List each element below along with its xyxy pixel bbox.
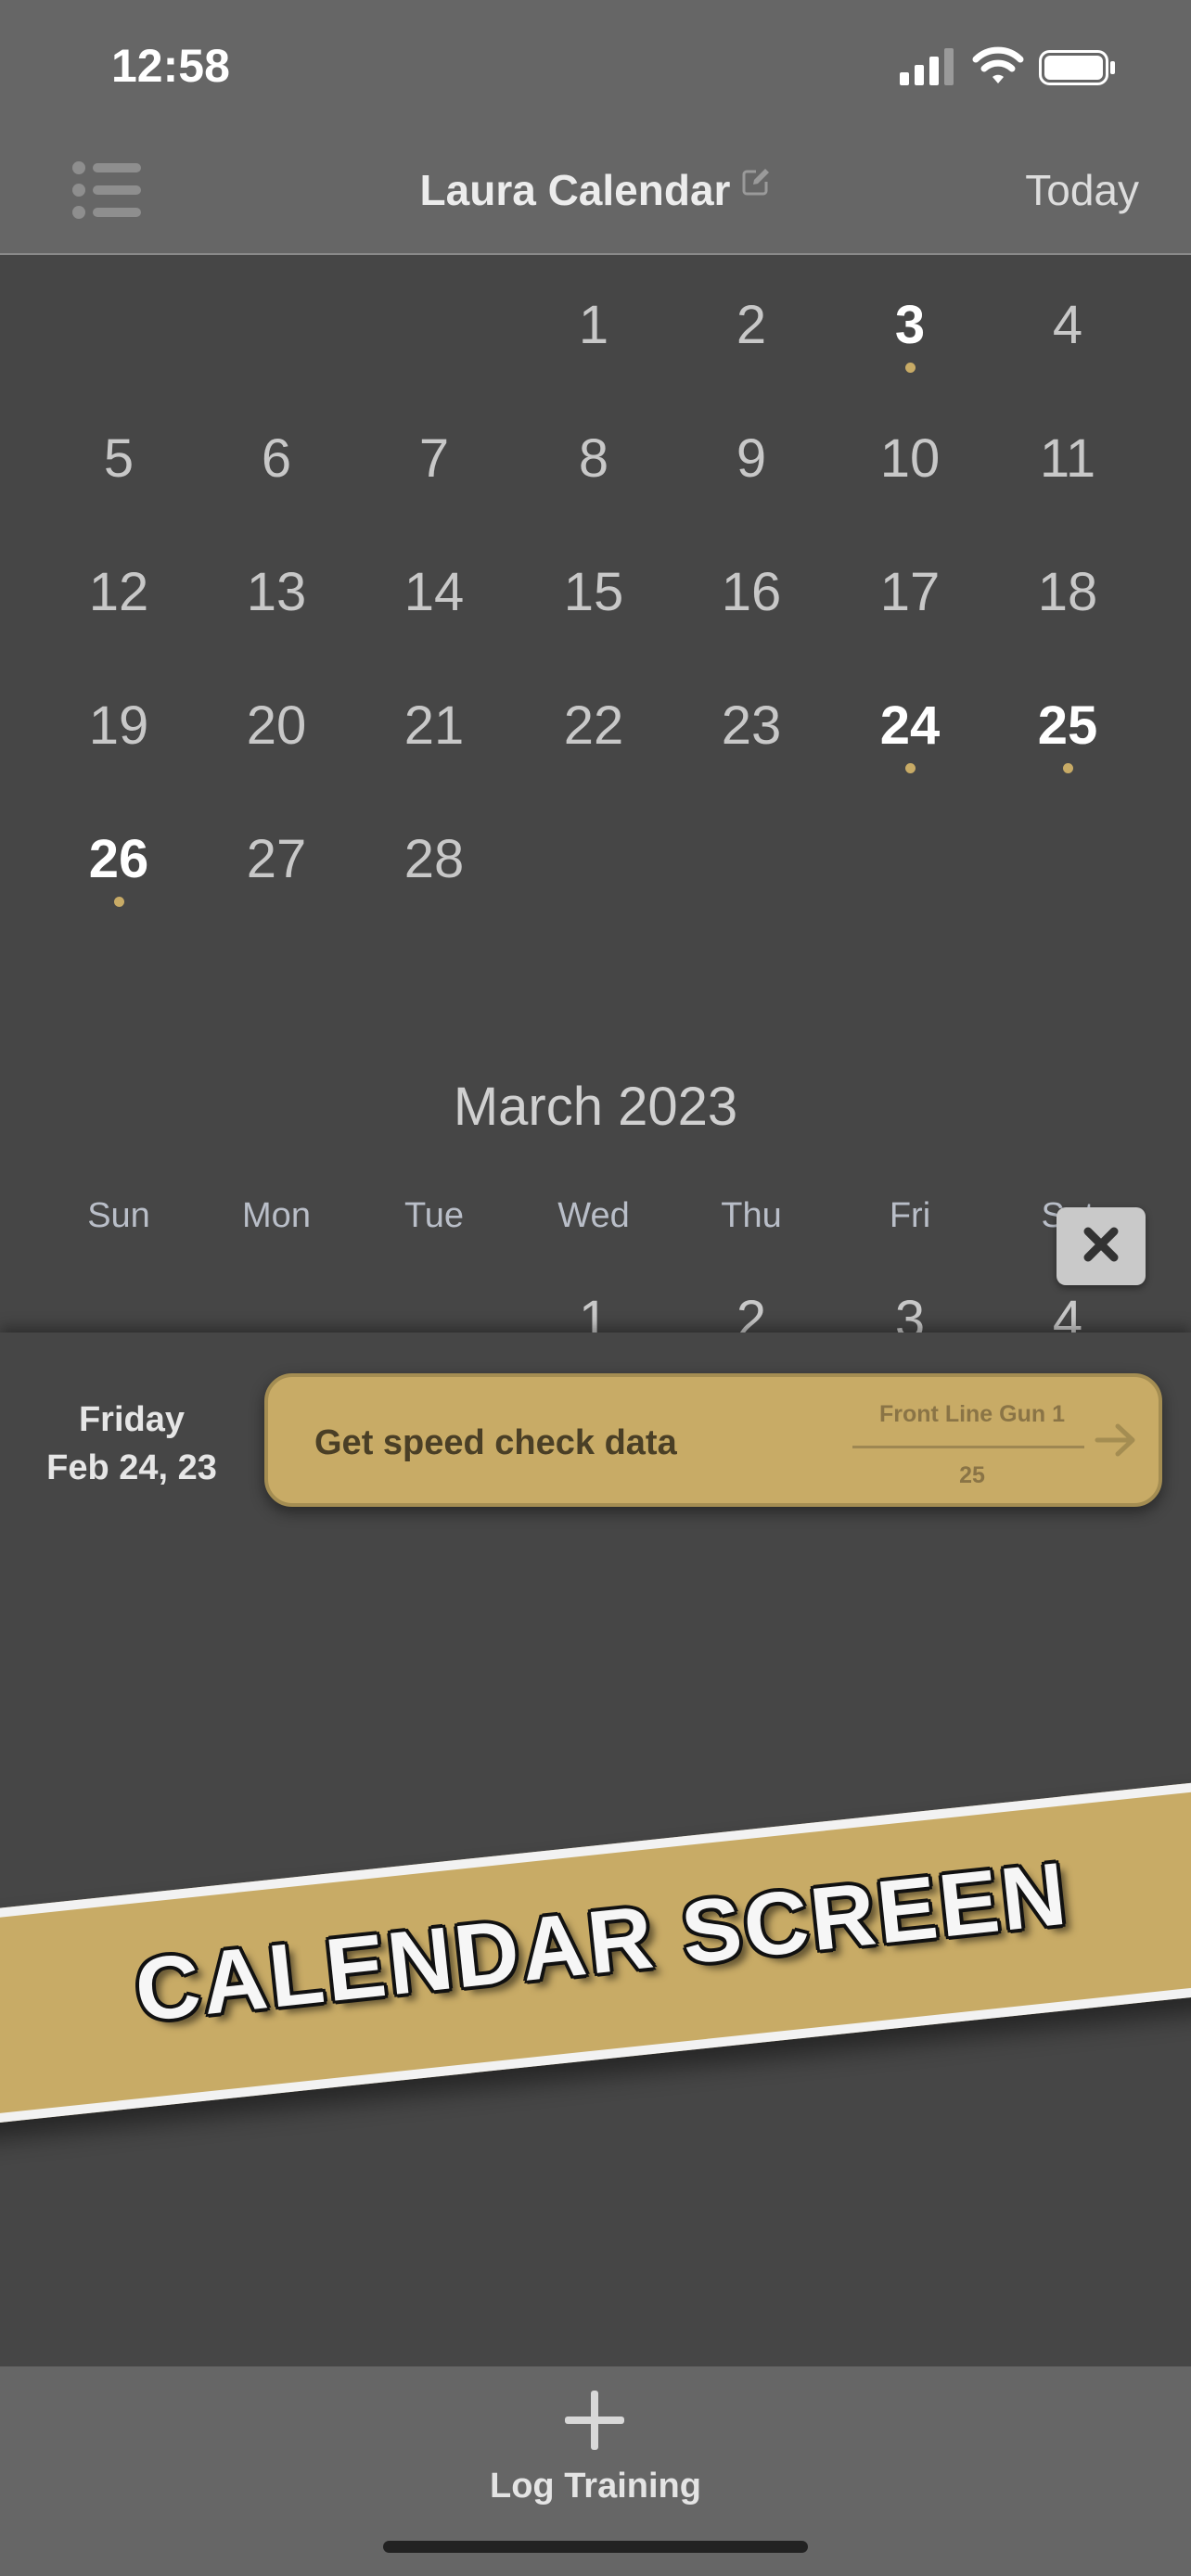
plus-icon[interactable] — [565, 2391, 624, 2450]
today-button[interactable]: Today — [1025, 165, 1139, 215]
calendar-title[interactable]: Laura Calendar — [0, 165, 1191, 215]
calendar-day[interactable]: 26 — [40, 828, 198, 890]
log-training-button[interactable]: Log Training — [0, 2467, 1191, 2506]
calendar-day[interactable]: 17 — [831, 561, 989, 623]
calendar-day[interactable]: 10 — [831, 427, 989, 490]
weekday-label: Thu — [721, 1196, 782, 1235]
calendar-day[interactable]: 25 — [989, 695, 1146, 757]
calendar-day[interactable]: 22 — [515, 695, 672, 757]
task-equipment: Front Line Gun 1 — [879, 1401, 1065, 1427]
calendar-day[interactable]: 21 — [355, 695, 513, 757]
event-indicator-dot — [905, 763, 916, 773]
cellular-signal-icon — [900, 48, 954, 85]
event-indicator-dot — [905, 363, 916, 373]
home-indicator — [383, 2541, 808, 2553]
arrow-right-icon — [1095, 1423, 1135, 1457]
calendar-day[interactable]: 19 — [40, 695, 198, 757]
calendar-day[interactable]: 18 — [989, 561, 1146, 623]
calendar-day[interactable]: 15 — [515, 561, 672, 623]
calendar-day[interactable]: 27 — [198, 828, 355, 890]
calendar-day[interactable]: 16 — [672, 561, 830, 623]
calendar-day[interactable]: 14 — [355, 561, 513, 623]
calendar-day[interactable]: 20 — [198, 695, 355, 757]
status-time: 12:58 — [111, 40, 230, 92]
calendar-day[interactable]: 9 — [672, 427, 830, 490]
task-divider — [852, 1446, 1084, 1448]
weekday-label: Fri — [889, 1196, 931, 1235]
calendar-day[interactable]: 8 — [515, 427, 672, 490]
task-count: 25 — [959, 1462, 985, 1488]
selected-date: Friday Feb 24, 23 — [0, 1396, 263, 1492]
calendar-day[interactable]: 6 — [198, 427, 355, 490]
calendar-day[interactable]: 2 — [672, 294, 830, 356]
close-button[interactable] — [1057, 1207, 1146, 1285]
next-month-title: March 2023 — [453, 1077, 738, 1137]
event-indicator-dot — [114, 897, 124, 907]
calendar-day[interactable]: 24 — [831, 695, 989, 757]
weekday-label: Wed — [557, 1196, 630, 1235]
edit-icon[interactable] — [741, 167, 771, 197]
calendar-day[interactable]: 3 — [831, 294, 989, 356]
calendar-day[interactable]: 7 — [355, 427, 513, 490]
calendar-day[interactable]: 12 — [40, 561, 198, 623]
calendar-day[interactable]: 23 — [672, 695, 830, 757]
close-icon — [1083, 1227, 1119, 1262]
weekday-label: Mon — [242, 1196, 311, 1235]
calendar-day[interactable]: 1 — [515, 294, 672, 356]
event-indicator-dot — [1063, 763, 1073, 773]
calendar-day[interactable]: 4 — [989, 294, 1146, 356]
calendar-day[interactable]: 13 — [198, 561, 355, 623]
calendar-day[interactable]: 11 — [989, 427, 1146, 490]
wifi-icon — [972, 46, 1024, 83]
calendar-day[interactable]: 5 — [40, 427, 198, 490]
selected-day-name: Friday — [78, 1400, 186, 1439]
calendar-title-text: Laura Calendar — [419, 166, 731, 214]
weekday-label: Tue — [403, 1196, 465, 1235]
calendar-day[interactable]: 28 — [355, 828, 513, 890]
battery-icon — [1039, 50, 1115, 85]
task-card[interactable]: Get speed check data Front Line Gun 1 25 — [264, 1373, 1162, 1507]
selected-day-date: Feb 24, 23 — [46, 1448, 217, 1487]
weekday-label: Sun — [87, 1196, 150, 1235]
task-title: Get speed check data — [314, 1423, 677, 1462]
